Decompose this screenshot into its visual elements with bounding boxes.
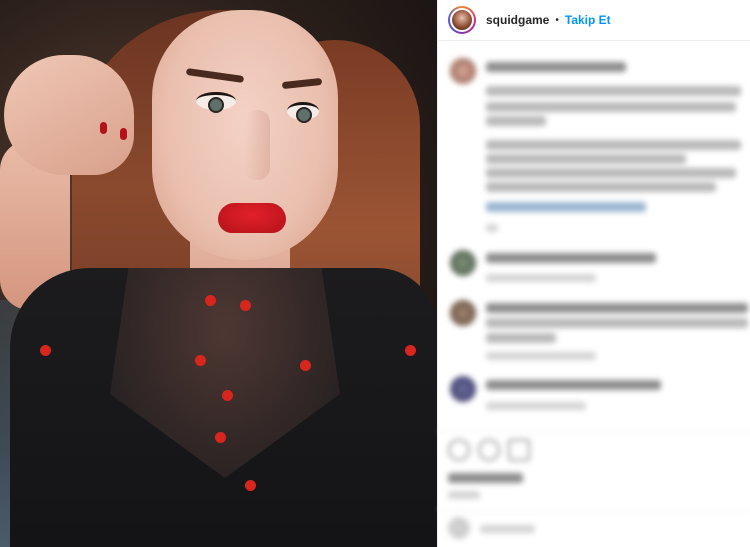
eye: [196, 92, 236, 113]
comments-list: [438, 50, 750, 430]
comment-input[interactable]: [480, 525, 535, 533]
lips: [218, 203, 286, 233]
caption-line: [486, 154, 686, 164]
nail: [120, 128, 127, 140]
comment-text: [486, 333, 556, 343]
caption-hashtags: [486, 202, 646, 212]
caption-author: [486, 62, 626, 72]
caption-meta: [486, 224, 498, 232]
cherry-print: [195, 355, 206, 366]
nose: [244, 110, 270, 180]
comment-text: [486, 380, 661, 390]
avatar: [450, 376, 476, 402]
nail: [100, 122, 107, 134]
cherry-print: [405, 345, 416, 356]
comment-text: [486, 253, 656, 263]
caption-line: [486, 86, 741, 96]
caption-line: [486, 182, 716, 192]
cherry-print: [245, 480, 256, 491]
action-bar: [438, 430, 750, 547]
cherry-print: [300, 360, 311, 371]
add-comment-bar: [438, 509, 750, 547]
comment-meta: [486, 402, 586, 410]
comment-meta: [486, 274, 596, 282]
likes-count[interactable]: [448, 473, 523, 483]
comment-text: [486, 303, 748, 313]
caption-line: [486, 102, 736, 112]
comment-text: [486, 318, 748, 328]
caption-line: [486, 140, 741, 150]
follow-button[interactable]: Takip Et: [565, 13, 611, 27]
post-header: squidgame • Takip Et: [438, 0, 750, 41]
caption-line: [486, 168, 736, 178]
like-icon[interactable]: [448, 439, 470, 461]
emoji-icon[interactable]: [448, 517, 470, 539]
eye: [287, 102, 319, 123]
avatar: [450, 300, 476, 326]
caption-line: [486, 116, 546, 126]
cherry-print: [222, 390, 233, 401]
hand: [4, 55, 134, 175]
cherry-print: [215, 432, 226, 443]
cherry-print: [205, 295, 216, 306]
username[interactable]: squidgame: [486, 13, 549, 27]
post-date: [448, 491, 480, 499]
share-icon[interactable]: [508, 439, 530, 461]
post-photo[interactable]: [0, 0, 437, 547]
comment-icon[interactable]: [478, 439, 500, 461]
separator-dot: •: [555, 14, 559, 26]
avatar: [450, 250, 476, 276]
cherry-print: [40, 345, 51, 356]
post-side-panel: squidgame • Takip Et: [437, 0, 750, 547]
avatar: [450, 58, 476, 84]
comment-meta: [486, 352, 596, 360]
cherry-print: [240, 300, 251, 311]
avatar-image: [450, 8, 474, 32]
avatar[interactable]: [448, 6, 476, 34]
